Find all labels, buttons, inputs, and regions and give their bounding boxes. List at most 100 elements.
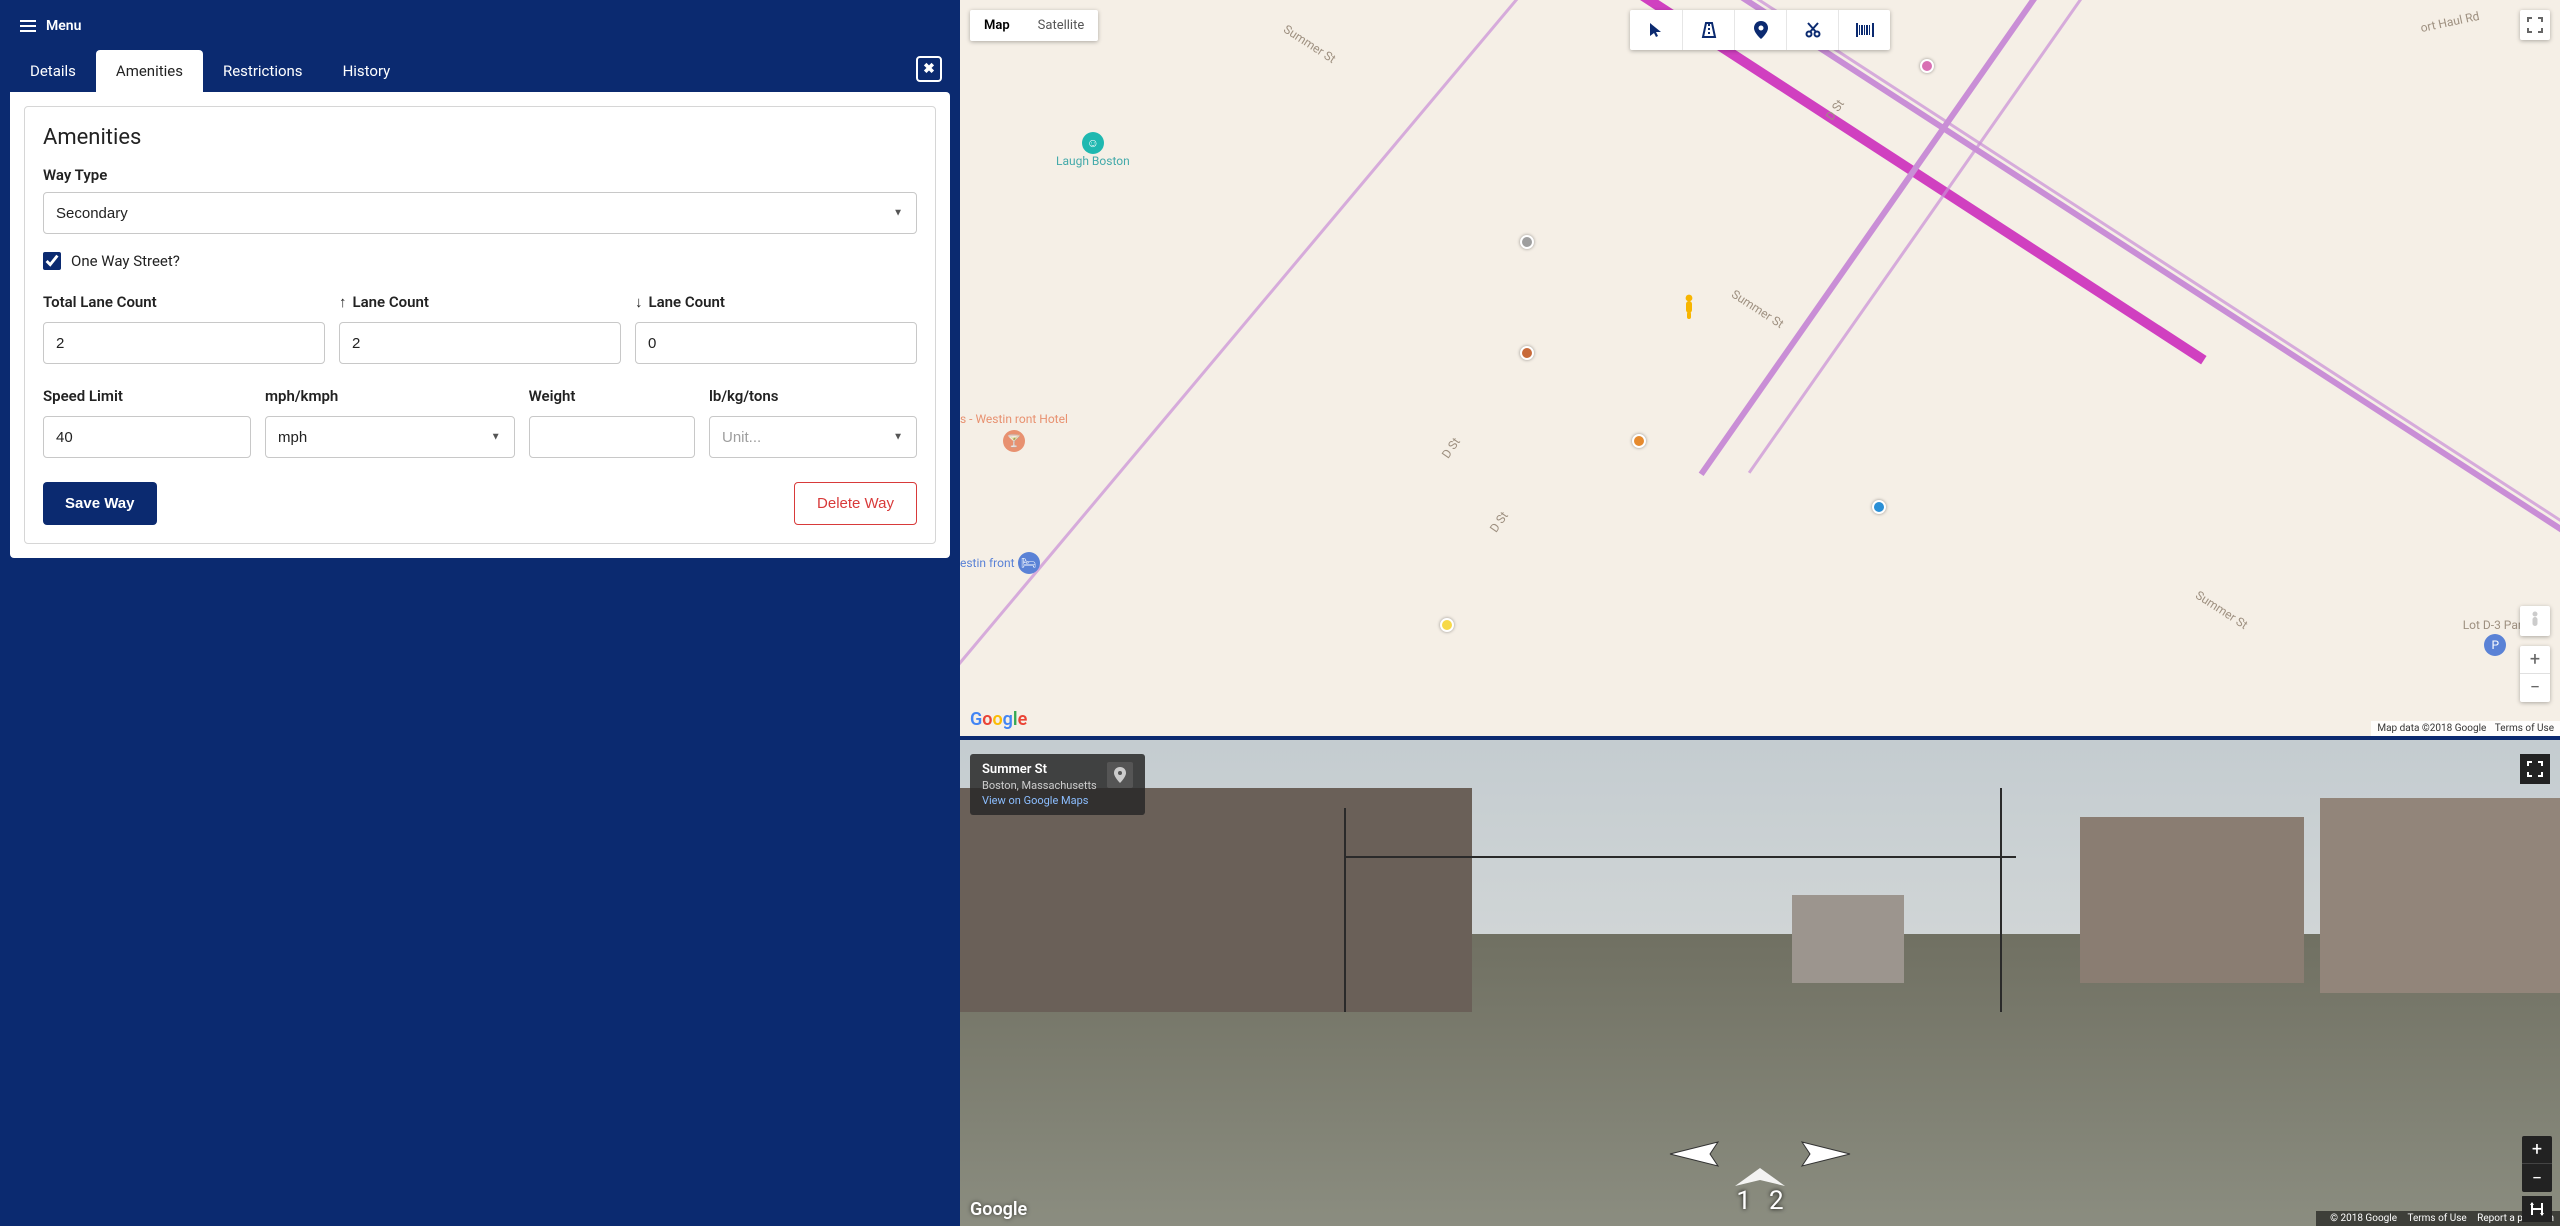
- tool-road[interactable]: [1682, 10, 1734, 50]
- map-zoom-control: + −: [2520, 646, 2550, 702]
- tool-pin[interactable]: [1734, 10, 1786, 50]
- way-type-label: Way Type: [43, 166, 917, 184]
- compass-num-2: 2: [1769, 1186, 1784, 1216]
- lanes-up-label: ↑ Lane Count: [339, 290, 621, 314]
- map-node[interactable]: [1920, 59, 1934, 73]
- poi-label-text: s - Westin ront Hotel: [960, 412, 1068, 426]
- map-area[interactable]: Summer St Summer St Summer St D St D St …: [960, 0, 2560, 736]
- sv-street-name: Summer St: [982, 762, 1097, 777]
- map-data-text: Map data ©2018 Google: [2377, 723, 2486, 734]
- map-type-map[interactable]: Map: [970, 10, 1024, 41]
- map-terms-link[interactable]: Terms of Use: [2495, 723, 2554, 734]
- streetview-area[interactable]: Summer St Boston, Massachusetts View on …: [960, 736, 2560, 1226]
- map-node[interactable]: [1632, 434, 1646, 448]
- speed-unit-select[interactable]: mph: [265, 416, 515, 458]
- sv-pin-icon[interactable]: [1107, 762, 1133, 788]
- arrow-up-icon: ↑: [339, 293, 347, 311]
- sv-arrow-left[interactable]: [1660, 1140, 1720, 1170]
- one-way-checkbox[interactable]: [43, 252, 61, 270]
- map-type-control: Map Satellite: [970, 10, 1098, 41]
- map-type-satellite[interactable]: Satellite: [1024, 10, 1099, 41]
- poi-westin2[interactable]: estin front 🛏: [960, 552, 1040, 574]
- lanes-up-input[interactable]: [339, 322, 621, 364]
- lanes-down-label: ↓ Lane Count: [635, 290, 917, 314]
- tool-barcode[interactable]: [1838, 10, 1890, 50]
- weight-input[interactable]: [529, 416, 695, 458]
- total-lanes-label: Total Lane Count: [43, 290, 325, 314]
- street-label-summer: Summer St: [2193, 588, 2250, 632]
- arrow-down-icon: ↓: [635, 293, 643, 311]
- sv-rotate-button[interactable]: [2522, 1196, 2552, 1222]
- sv-arrow-right[interactable]: [1800, 1140, 1860, 1170]
- speed-input[interactable]: [43, 416, 251, 458]
- weight-label: Weight: [529, 384, 695, 408]
- street-label-d: D St: [1439, 435, 1463, 461]
- sv-copyright: © 2018 Google: [2330, 1213, 2397, 1224]
- sv-zoom-out[interactable]: −: [2522, 1164, 2552, 1192]
- parking-icon: P: [2484, 634, 2506, 656]
- lanes-down-text: Lane Count: [649, 293, 725, 311]
- street-label-fort-haul: ort Haul Rd: [2419, 9, 2480, 35]
- tab-details[interactable]: Details: [10, 50, 96, 92]
- street-label-d: D St: [1487, 509, 1511, 535]
- sv-zoom-control: + −: [2522, 1136, 2552, 1192]
- map-fullscreen-button[interactable]: [2520, 10, 2550, 40]
- tabs: Details Amenities Restrictions History ✖: [0, 50, 960, 92]
- menu-label[interactable]: Menu: [46, 18, 81, 34]
- hotel-icon: 🛏: [1018, 552, 1040, 574]
- map-attribution: Map data ©2018 Google Terms of Use: [2371, 721, 2560, 736]
- one-way-label: One Way Street?: [71, 252, 180, 270]
- panel-title: Amenities: [43, 125, 917, 150]
- map-node[interactable]: [1520, 346, 1534, 360]
- poi-label-text: estin front: [960, 556, 1015, 570]
- panel: Amenities Way Type Secondary ▼ One Way S…: [10, 92, 950, 558]
- road: [960, 0, 1641, 711]
- map-tools: [1630, 10, 1890, 50]
- weight-unit-label: lb/kg/tons: [709, 384, 917, 408]
- poi-label-text: Laugh Boston: [1056, 154, 1130, 168]
- menu-bar: Menu: [0, 10, 960, 42]
- google-logo: Google: [970, 709, 1027, 730]
- tab-restrictions[interactable]: Restrictions: [203, 50, 323, 92]
- tool-cursor[interactable]: [1630, 10, 1682, 50]
- close-tab-button[interactable]: ✖: [916, 56, 942, 82]
- weight-unit-select[interactable]: Unit...: [709, 416, 917, 458]
- sv-zoom-in[interactable]: +: [2522, 1136, 2552, 1164]
- zoom-in-button[interactable]: +: [2520, 646, 2550, 674]
- sidebar: Menu Details Amenities Restrictions Hist…: [0, 0, 960, 1226]
- compass-num-1: 1: [1736, 1186, 1751, 1216]
- streetview-info: Summer St Boston, Massachusetts View on …: [970, 754, 1145, 815]
- speed-unit-label: mph/kmph: [265, 384, 515, 408]
- tool-cut[interactable]: [1786, 10, 1838, 50]
- sv-fullscreen-button[interactable]: [2520, 754, 2550, 784]
- poi-pin-icon: ☺: [1082, 132, 1104, 154]
- hamburger-icon[interactable]: [20, 20, 36, 32]
- map-node[interactable]: [1520, 235, 1534, 249]
- way-type-select[interactable]: Secondary: [43, 192, 917, 234]
- pegman-on-map[interactable]: [1680, 294, 1698, 320]
- total-lanes-input[interactable]: [43, 322, 325, 364]
- pegman-control[interactable]: [2520, 606, 2550, 636]
- map-node[interactable]: [1440, 618, 1454, 632]
- sv-google-logo: Google: [970, 1199, 1027, 1220]
- zoom-out-button[interactable]: −: [2520, 674, 2550, 702]
- delete-way-button[interactable]: Delete Way: [794, 482, 917, 525]
- lanes-up-text: Lane Count: [353, 293, 429, 311]
- poi-label-text: Lot D-3 Park: [2463, 618, 2528, 632]
- sv-nav-arrows: [1660, 1140, 1860, 1170]
- poi-westin[interactable]: s - Westin ront Hotel 🍸: [960, 412, 1068, 452]
- tab-history[interactable]: History: [323, 50, 411, 92]
- martini-icon: 🍸: [1003, 430, 1025, 452]
- sv-view-link[interactable]: View on Google Maps: [982, 794, 1097, 807]
- map-node[interactable]: [1872, 500, 1886, 514]
- sv-terms-link[interactable]: Terms of Use: [2407, 1213, 2466, 1224]
- poi-lot-d3[interactable]: Lot D-3 Park P: [2463, 618, 2528, 656]
- poi-laugh-boston[interactable]: ☺ Laugh Boston: [1056, 132, 1130, 168]
- save-way-button[interactable]: Save Way: [43, 482, 157, 525]
- tab-amenities[interactable]: Amenities: [96, 50, 203, 92]
- lanes-down-input[interactable]: [635, 322, 917, 364]
- sv-compass[interactable]: 1 2: [1735, 1168, 1785, 1216]
- speed-label: Speed Limit: [43, 384, 251, 408]
- street-label-summer: Summer St: [1729, 287, 1786, 331]
- sv-location: Boston, Massachusetts: [982, 779, 1097, 792]
